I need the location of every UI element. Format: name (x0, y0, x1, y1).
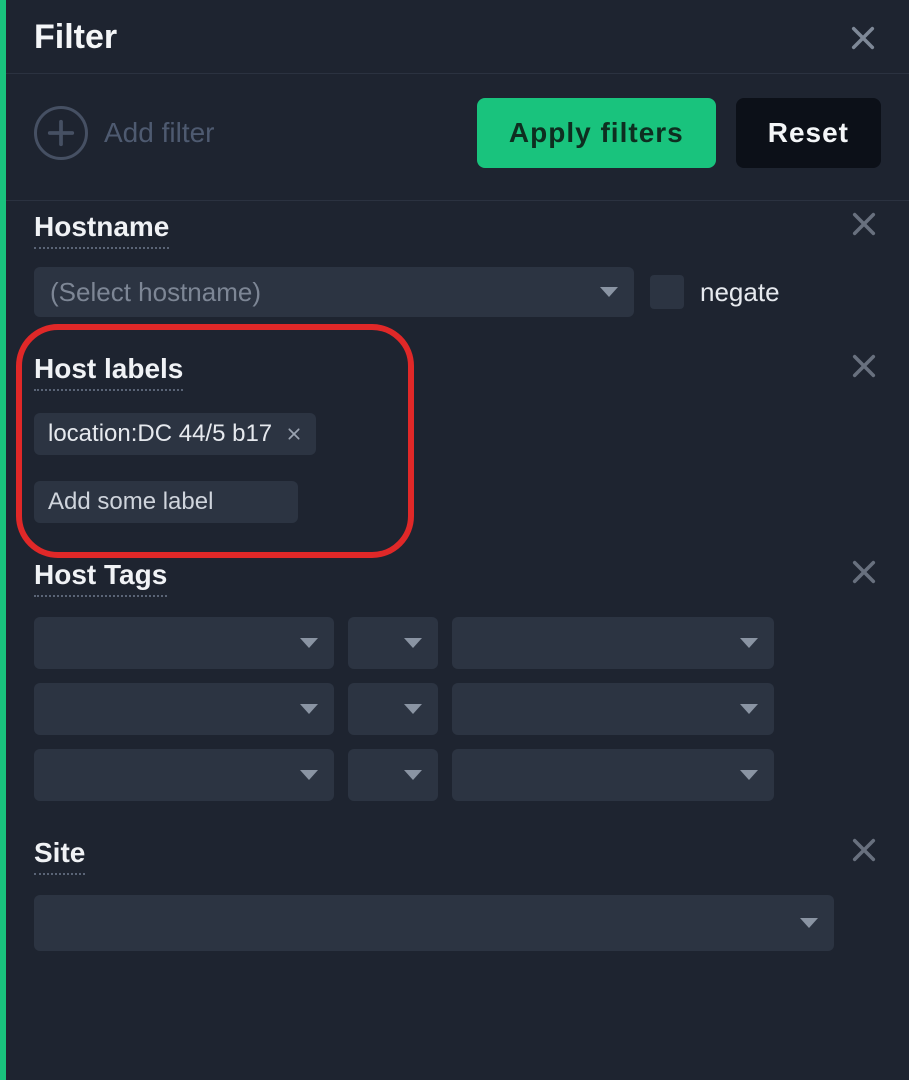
label-chip-text: location:DC 44/5 b17 (48, 420, 272, 448)
remove-hostname-icon[interactable] (847, 207, 881, 241)
section-host-tags: Host Tags (6, 549, 909, 827)
remove-chip-icon[interactable] (284, 424, 304, 444)
tag-group-select[interactable] (34, 617, 334, 669)
chevron-down-icon (404, 770, 422, 780)
tag-row (34, 749, 881, 801)
chevron-down-icon (740, 770, 758, 780)
site-title: Site (34, 837, 85, 875)
chevron-down-icon (740, 704, 758, 714)
action-row: Add filter Apply filters Reset (6, 74, 909, 190)
close-icon[interactable] (845, 20, 881, 56)
section-hostname: Hostname (Select hostname) negate (6, 201, 909, 343)
reset-button[interactable]: Reset (736, 98, 881, 168)
hostname-title: Hostname (34, 211, 169, 249)
hostname-select[interactable]: (Select hostname) (34, 267, 634, 317)
tag-group-select[interactable] (34, 683, 334, 735)
label-chip: location:DC 44/5 b17 (34, 413, 316, 455)
tag-op-select[interactable] (348, 617, 438, 669)
add-filter-button[interactable]: Add filter (34, 106, 215, 160)
tag-value-select[interactable] (452, 617, 774, 669)
tag-row (34, 617, 881, 669)
tag-group-select[interactable] (34, 749, 334, 801)
add-filter-label: Add filter (104, 117, 215, 149)
chevron-down-icon (300, 704, 318, 714)
tag-row (34, 683, 881, 735)
negate-label: negate (700, 277, 780, 308)
chevron-down-icon (600, 287, 618, 297)
apply-filters-button[interactable]: Apply filters (477, 98, 716, 168)
site-select[interactable] (34, 895, 834, 951)
chevron-down-icon (300, 770, 318, 780)
filter-panel: Filter Add filter Apply filters Reset Ho… (6, 0, 909, 1080)
panel-title: Filter (34, 18, 117, 57)
chevron-down-icon (300, 638, 318, 648)
negate-checkbox[interactable] (650, 275, 684, 309)
tag-value-select[interactable] (452, 749, 774, 801)
section-host-labels: Host labels location:DC 44/5 b17 (6, 343, 909, 549)
host-tags-title: Host Tags (34, 559, 167, 597)
remove-site-icon[interactable] (847, 833, 881, 867)
plus-icon (34, 106, 88, 160)
hostname-select-placeholder: (Select hostname) (50, 277, 261, 308)
chevron-down-icon (404, 638, 422, 648)
chevron-down-icon (404, 704, 422, 714)
remove-host-labels-icon[interactable] (847, 349, 881, 383)
chevron-down-icon (740, 638, 758, 648)
remove-host-tags-icon[interactable] (847, 555, 881, 589)
panel-header: Filter (6, 0, 909, 63)
chevron-down-icon (800, 918, 818, 928)
host-labels-title: Host labels (34, 353, 183, 391)
section-site: Site (6, 827, 909, 977)
tag-op-select[interactable] (348, 683, 438, 735)
tag-op-select[interactable] (348, 749, 438, 801)
add-label-input[interactable] (34, 481, 298, 523)
tag-value-select[interactable] (452, 683, 774, 735)
